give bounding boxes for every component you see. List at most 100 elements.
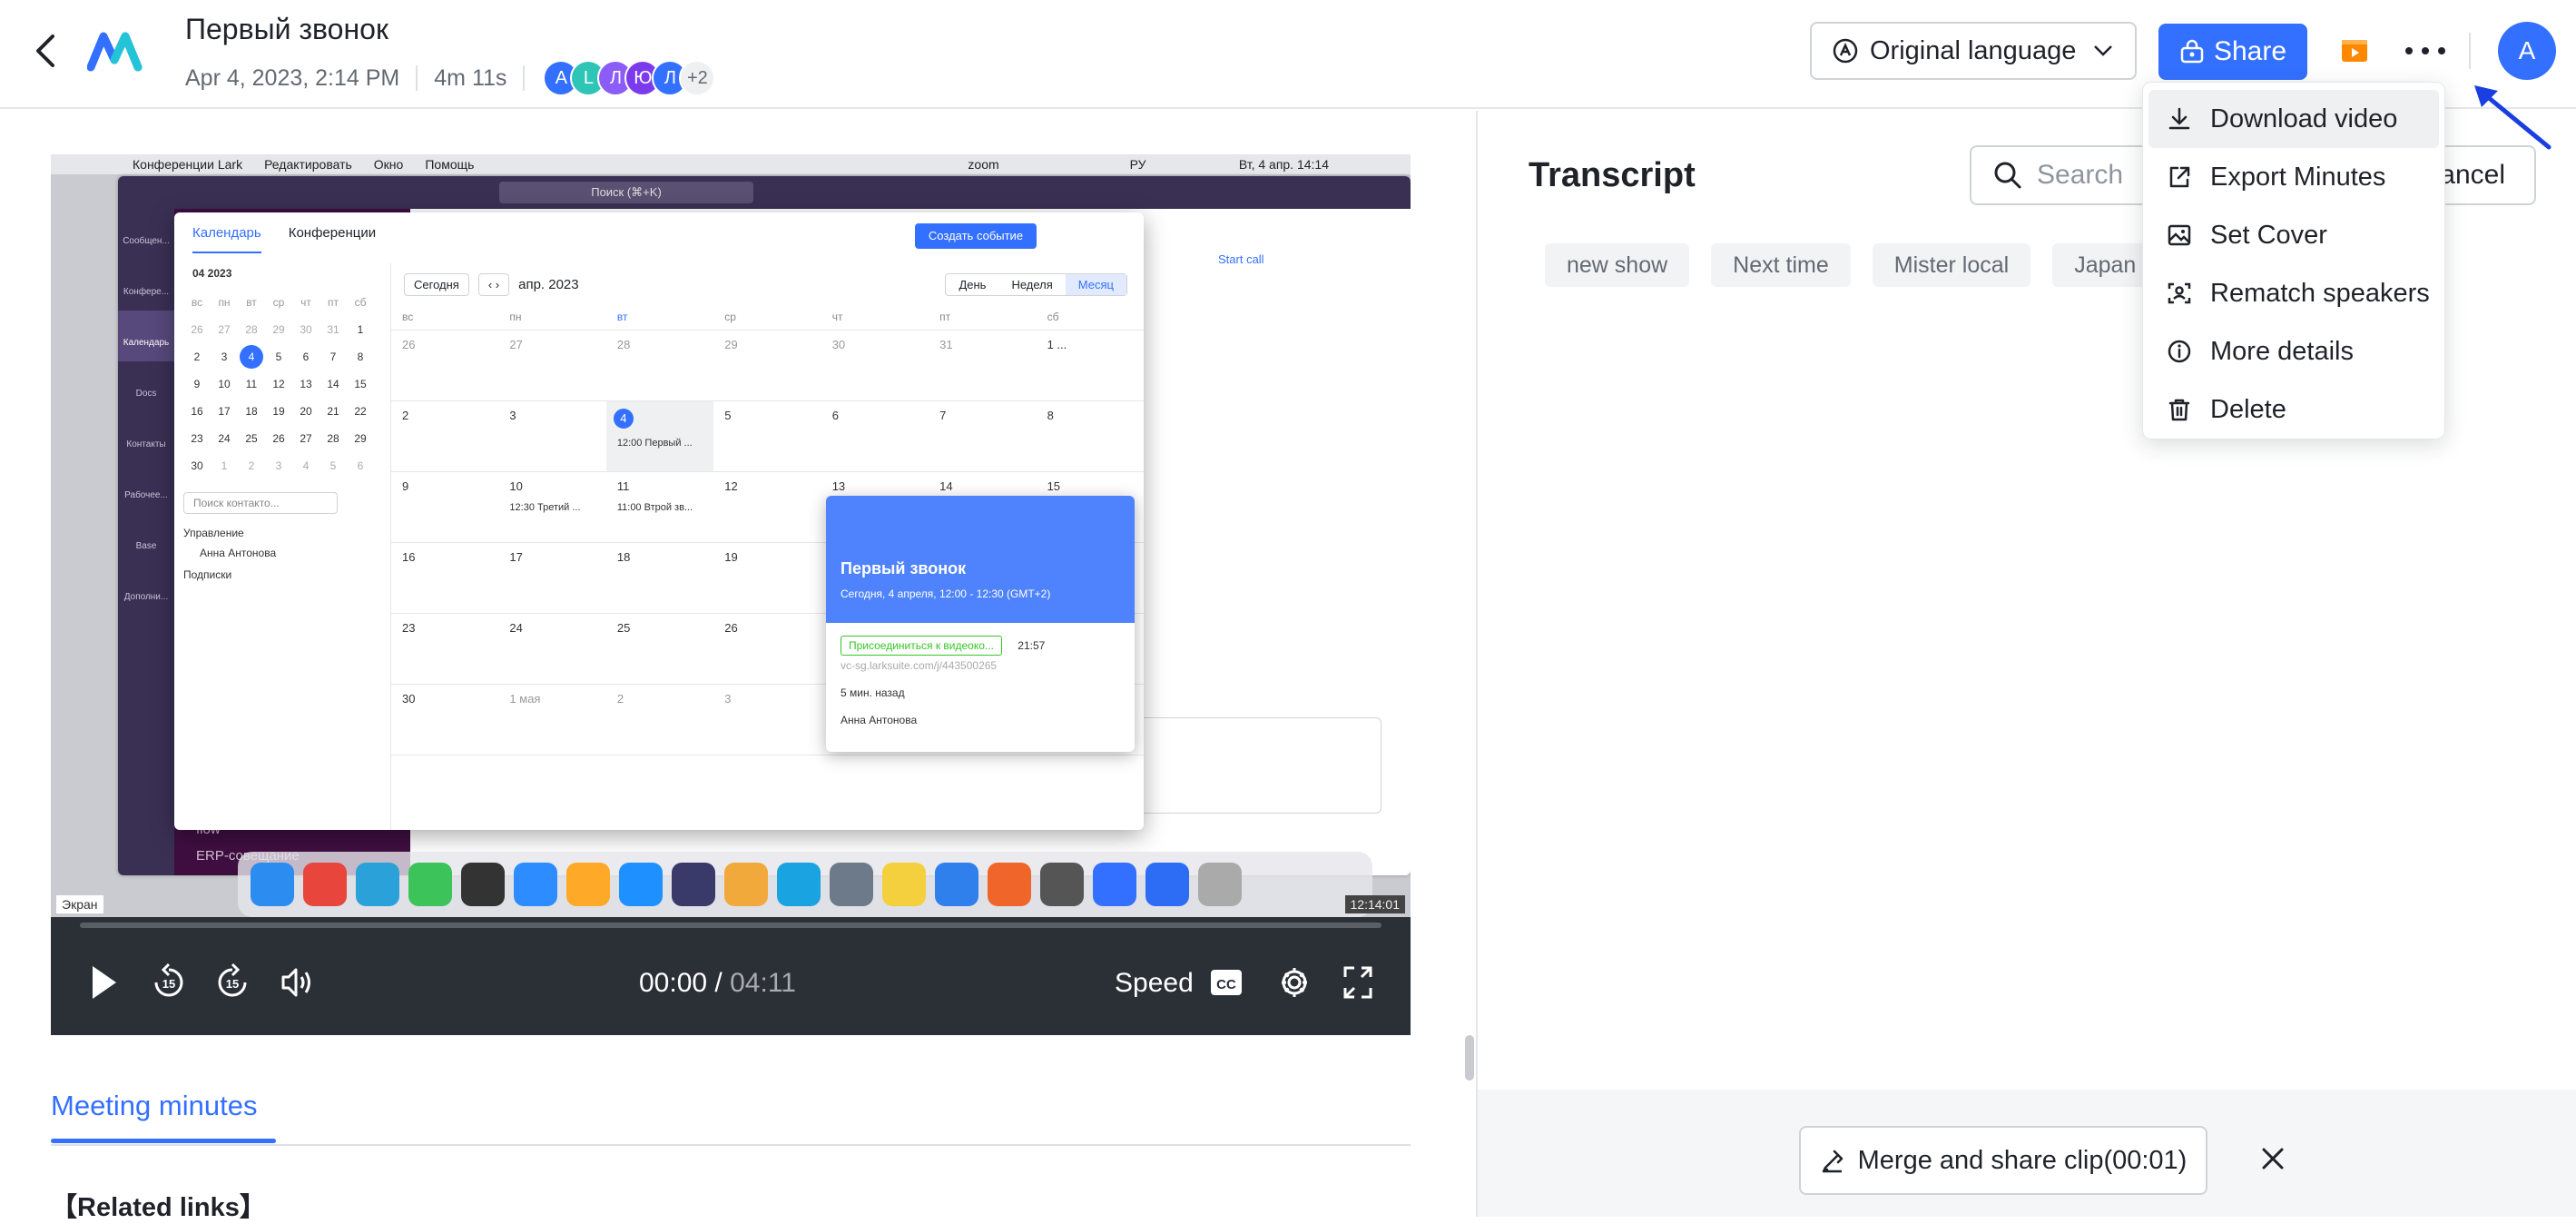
mini-day: 3	[221, 350, 228, 363]
calendar-day-cell: 26	[713, 614, 821, 685]
weekday-header: чт	[821, 305, 929, 331]
month-toolbar: Сегодня ‹ › апр. 2023 День Неделя Месяц	[391, 263, 1144, 305]
dock-app-icon	[461, 863, 505, 906]
menu-item-delete[interactable]: Delete	[2148, 380, 2439, 439]
annotation-arrow-icon	[2474, 85, 2551, 150]
volume-icon[interactable]	[280, 962, 314, 1002]
mini-day: 5	[329, 459, 337, 472]
tab-meeting-minutes[interactable]: Meeting minutes	[51, 1090, 257, 1122]
day-number: 19	[724, 550, 738, 564]
month-nav: ‹ ›	[477, 272, 510, 296]
mini-day: 30	[191, 459, 203, 472]
time-separator: /	[714, 968, 723, 998]
calendar-day-cell: 30	[391, 685, 499, 755]
calendar-day-cell: 19	[713, 543, 821, 614]
share-lock-icon	[2180, 39, 2204, 64]
app-sidebar-item: Рабочее...	[124, 490, 168, 500]
mini-day: 23	[191, 432, 203, 445]
event-popup: Первый звонок Сегодня, 4 апреля, 12:00 -…	[826, 496, 1135, 752]
dock-app-icon	[672, 863, 715, 906]
merge-share-clip-button[interactable]: Merge and share clip(00:01)	[1799, 1126, 2207, 1195]
event-time: Сегодня, 4 апреля, 12:00 - 12:30 (GMT+2)	[841, 587, 1051, 600]
more-options-button[interactable]	[2405, 36, 2445, 65]
trash-icon	[2168, 399, 2190, 421]
share-button[interactable]: Share	[2158, 24, 2307, 80]
related-links-heading: 【Related links】	[51, 1193, 266, 1222]
mini-day: 27	[300, 432, 312, 445]
calendar-day-cell: 11 11:00 Втрой зв...	[605, 472, 714, 543]
active-tab-indicator	[51, 1139, 276, 1143]
search-icon	[1994, 162, 2021, 189]
menu-item-download-video[interactable]: Download video	[2148, 90, 2439, 148]
forward-15-icon[interactable]: 15	[214, 962, 251, 1002]
clip-bar: Merge and share clip(00:01)	[1478, 1090, 2576, 1217]
menubar-item: Редактировать	[264, 157, 352, 172]
join-video-button: Присоединиться к видеоко...	[841, 636, 1002, 656]
menu-item-export-minutes[interactable]: Export Minutes	[2148, 148, 2439, 206]
day-number: 7	[939, 409, 947, 422]
day-number: 9	[402, 479, 409, 493]
meta-divider	[416, 65, 418, 91]
play-icon[interactable]	[89, 962, 120, 1002]
calendar-day-cell: 30	[821, 331, 929, 401]
keyword-tag[interactable]: Mister local	[1872, 243, 2031, 287]
speed-button[interactable]: Speed	[1115, 968, 1194, 999]
meeting-date: Apr 4, 2023, 2:14 PM	[185, 64, 400, 91]
video-player[interactable]: Конференции Lark Редактировать Окно Помо…	[51, 154, 1411, 1035]
day-number: 27	[509, 338, 523, 351]
mini-day: 6	[302, 350, 310, 363]
mini-day: 26	[191, 323, 203, 336]
calendar-day-cell: 17	[498, 543, 606, 614]
meeting-title[interactable]: Первый звонок	[185, 13, 388, 46]
rewind-15-icon[interactable]: 15	[151, 962, 187, 1002]
day-number: 24	[509, 621, 523, 635]
keyword-tags: new show Next time Mister local Japan	[1545, 243, 2158, 287]
menu-item-label: Set Cover	[2210, 220, 2327, 250]
mini-weekday: чт	[300, 296, 311, 309]
dock-app-icon	[830, 863, 873, 906]
video-progress-bar[interactable]	[80, 923, 1381, 928]
view-day: День	[959, 277, 987, 291]
day-number: 13	[831, 479, 846, 493]
day-number: 3	[724, 692, 732, 706]
mini-day: 21	[327, 405, 339, 418]
menu-item-label: Download video	[2210, 104, 2398, 133]
settings-gear-icon[interactable]	[1276, 962, 1313, 1002]
cc-icon[interactable]: CC	[1209, 962, 1244, 1002]
dock-app-icon	[251, 863, 294, 906]
chevron-down-icon	[2094, 45, 2112, 56]
participant-avatars[interactable]: A L Л Ю Л +2	[543, 60, 716, 96]
calendar-day-cell: 9	[391, 472, 499, 543]
mini-day: 2	[193, 350, 201, 363]
menu-item-label: Rematch speakers	[2210, 278, 2430, 308]
keyword-tag[interactable]: new show	[1545, 243, 1690, 287]
day-number: 14	[939, 479, 953, 493]
day-number: 11	[616, 479, 630, 493]
app-sidebar-item: Сообщен...	[123, 236, 170, 246]
user-avatar[interactable]: A	[2498, 22, 2556, 80]
pane-resize-handle[interactable]	[1465, 1035, 1474, 1081]
mac-menubar: Конференции Lark Редактировать Окно Помо…	[51, 154, 1411, 174]
menu-item-set-cover[interactable]: Set Cover	[2148, 206, 2439, 264]
calendar-window: Календарь Конференции Создать событие 04…	[174, 212, 1144, 830]
close-icon[interactable]	[2258, 1144, 2287, 1173]
svg-text:15: 15	[226, 977, 239, 991]
meeting-duration: 4m 11s	[434, 64, 507, 91]
app-sidebar-item: Контакты	[126, 439, 166, 449]
search-placeholder: Search	[2037, 160, 2124, 190]
language-select[interactable]: Original language	[1810, 22, 2137, 80]
weekday-header: пт	[929, 305, 1037, 331]
day-number: 16	[402, 550, 416, 564]
minutes-logo-icon	[87, 32, 143, 72]
start-call-link: Start call	[1218, 252, 1264, 266]
fullscreen-icon[interactable]	[1342, 962, 1374, 1002]
presentation-icon[interactable]	[2340, 36, 2369, 65]
rematch-icon	[2168, 282, 2191, 304]
keyword-tag[interactable]: Next time	[1711, 243, 1851, 287]
menu-item-more-details[interactable]: More details	[2148, 322, 2439, 380]
export-icon	[2169, 166, 2190, 188]
calendar-day-cell: 3	[713, 685, 821, 755]
mini-weekday: пт	[328, 296, 339, 309]
back-arrow-icon[interactable]	[31, 33, 62, 69]
menu-item-rematch-speakers[interactable]: Rematch speakers	[2148, 264, 2439, 322]
